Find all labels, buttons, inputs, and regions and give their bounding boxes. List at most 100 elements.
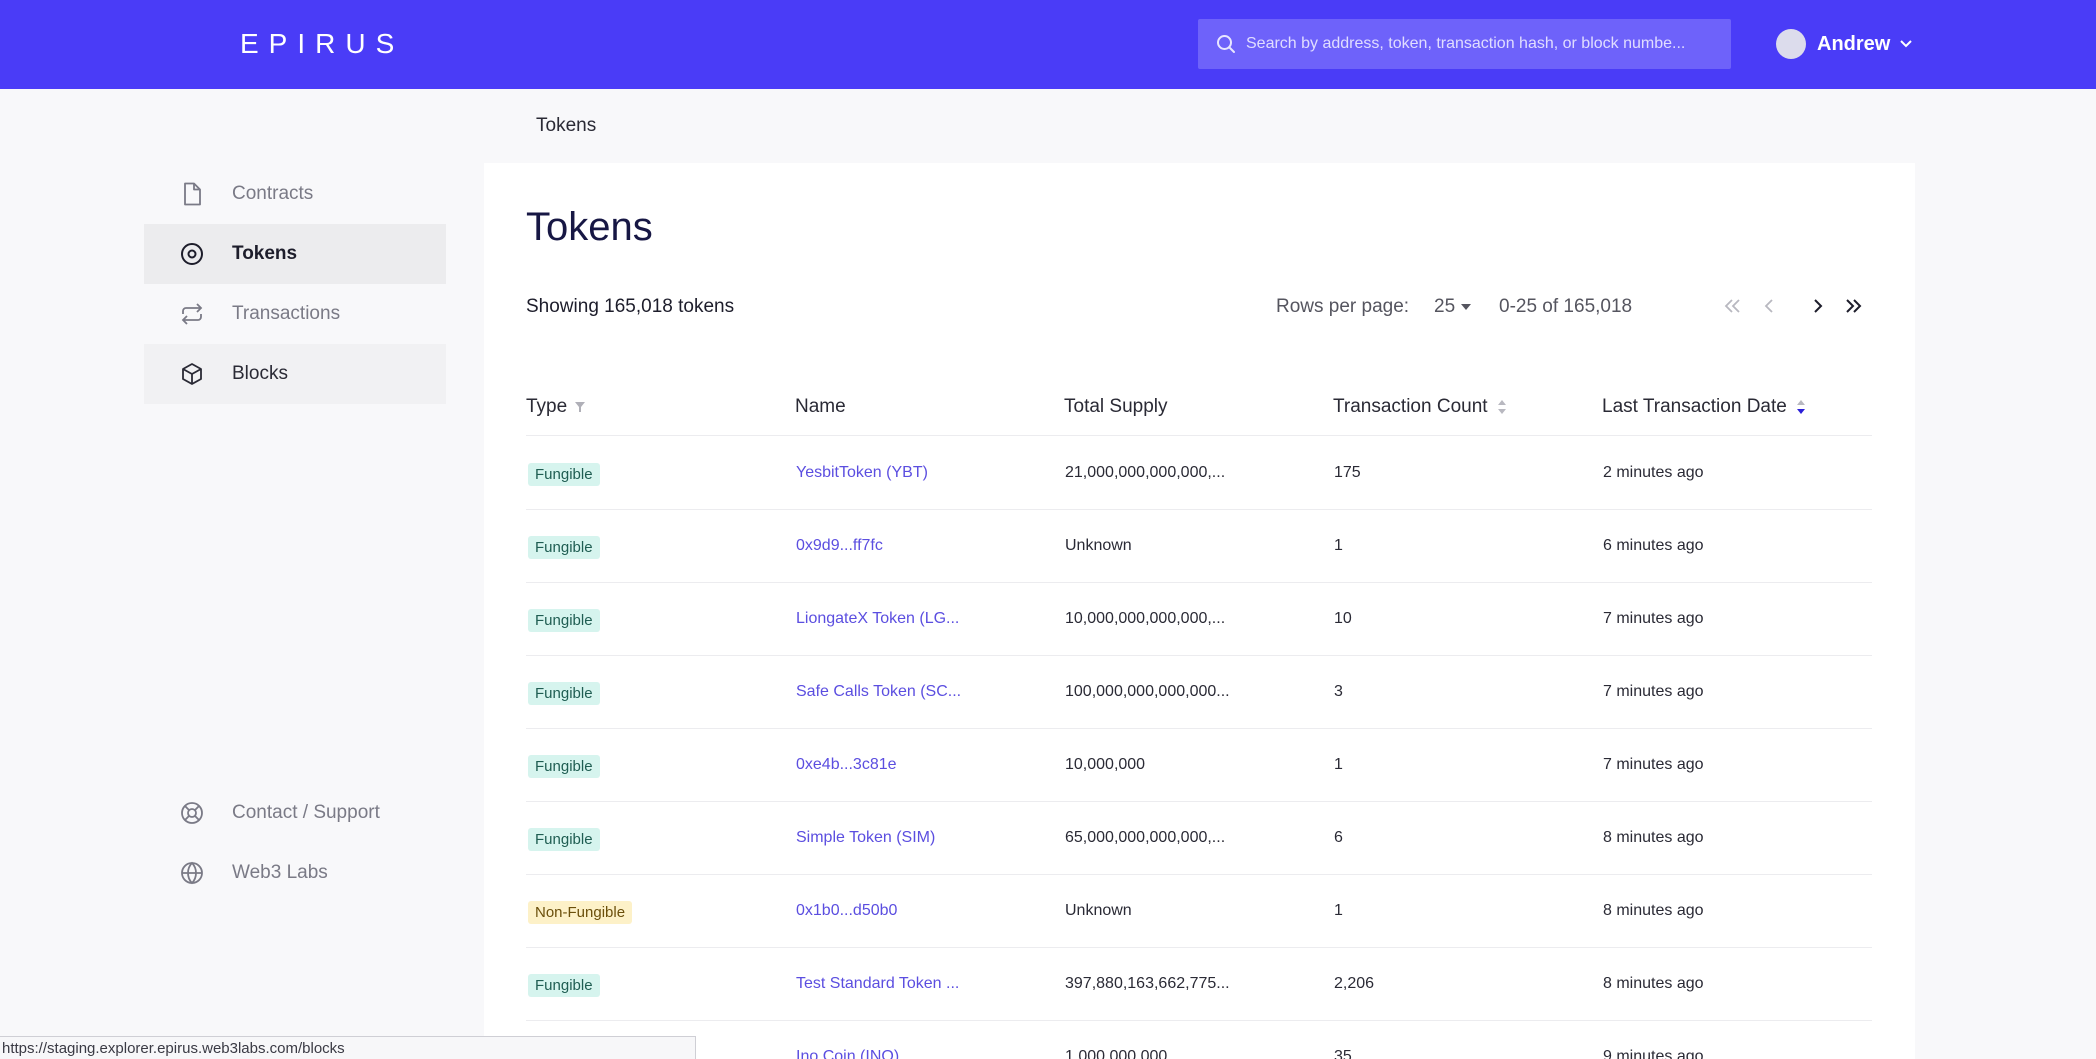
token-name-link[interactable]: YesbitToken (YBT) [796,464,928,482]
column-header-total-supply[interactable]: Total Supply [1064,396,1168,418]
table-row[interactable]: Fungible Test Standard Token ... 397,880… [526,948,1872,1021]
type-badge: Fungible [528,974,600,997]
column-header-transaction-count[interactable]: Transaction Count [1333,396,1507,418]
sidebar-item-tokens[interactable]: Tokens [144,224,446,284]
sort-descending-icon[interactable] [1796,398,1806,416]
sidebar-item-label: Contact / Support [232,802,380,823]
type-badge: Fungible [528,463,600,486]
table-row[interactable]: Fungible YesbitToken (YBT) 21,000,000,00… [526,437,1872,510]
sidebar-item-label: Web3 Labs [232,862,328,883]
last-transaction-date: 9 minutes ago [1603,1048,1704,1059]
token-name-link[interactable]: Simple Token (SIM) [796,829,935,847]
search-bar[interactable] [1198,19,1731,69]
transaction-count: 175 [1334,464,1361,481]
total-supply: 397,880,163,662,775... [1065,975,1230,992]
lifebuoy-icon [180,801,204,825]
last-transaction-date: 6 minutes ago [1603,537,1704,554]
column-header-last-transaction-date[interactable]: Last Transaction Date [1602,396,1806,418]
total-supply: 10,000,000 [1065,756,1146,773]
type-badge: Fungible [528,755,600,778]
last-transaction-date: 7 minutes ago [1603,610,1704,627]
transaction-count: 3 [1334,683,1343,700]
last-transaction-date: 8 minutes ago [1603,829,1704,846]
last-page-button[interactable] [1840,293,1866,319]
type-badge: Fungible [528,682,600,705]
token-name-link[interactable]: LiongateX Token (LG... [796,610,959,628]
search-input[interactable] [1246,35,1716,53]
chevron-left-icon [1764,299,1773,313]
arrows-exchange-icon [180,302,204,326]
sidebar-item-label: Tokens [232,243,298,264]
table-row[interactable]: Fungible Safe Calls Token (SC... 100,000… [526,656,1872,729]
table-row[interactable]: Non-Fungible 0x1b0...d50b0 Unknown 1 8 m… [526,875,1872,948]
transaction-count: 1 [1334,537,1343,554]
column-header-label: Last Transaction Date [1602,396,1787,417]
avatar [1776,29,1806,59]
last-transaction-date: 7 minutes ago [1603,756,1704,773]
rows-per-page-label: Rows per page: [1276,296,1410,317]
search-icon [1217,35,1235,53]
double-chevron-right-icon [1846,299,1862,313]
double-chevron-left-icon [1724,299,1740,313]
token-icon [180,242,204,266]
transaction-count: 1 [1334,902,1343,919]
sidebar-item-label: Transactions [232,303,341,324]
transaction-count: 2,206 [1334,975,1375,992]
type-badge: Fungible [528,536,600,559]
token-name-link[interactable]: 0xe4b...3c81e [796,756,897,774]
last-transaction-date: 8 minutes ago [1603,975,1704,992]
breadcrumb: Tokens [536,115,597,136]
token-name-link[interactable]: Safe Calls Token (SC... [796,683,961,701]
sidebar-item-contracts[interactable]: Contracts [144,164,446,224]
column-header-label: Name [795,396,846,417]
total-supply: 10,000,000,000,000,... [1065,610,1226,627]
token-count-text: Showing 165,018 tokens [526,296,735,317]
table-row[interactable]: Fungible LiongateX Token (LG... 10,000,0… [526,583,1872,656]
table-row[interactable]: Fungible Simple Token (SIM) 65,000,000,0… [526,802,1872,875]
tokens-card: Tokens Showing 165,018 tokens Rows per p… [484,163,1915,1059]
type-badge: Fungible [528,609,600,632]
rows-per-page-select[interactable]: 25 [1434,296,1472,318]
table-row[interactable]: Fungible 0x9d9...ff7fc Unknown 1 6 minut… [526,510,1872,583]
previous-page-button[interactable] [1756,293,1782,319]
caret-down-icon [1461,304,1472,310]
cube-icon [180,362,204,386]
sidebar-item-blocks[interactable]: Blocks [144,344,446,404]
last-transaction-date: 7 minutes ago [1603,683,1704,700]
sidebar-item-transactions[interactable]: Transactions [144,284,446,344]
total-supply: Unknown [1065,902,1132,919]
transaction-count: 1 [1334,756,1343,773]
table-header: Type Name Total Supply Transaction Count… [526,396,1872,436]
column-header-name[interactable]: Name [795,396,846,418]
transaction-count: 10 [1334,610,1352,627]
token-name-link[interactable]: 0x1b0...d50b0 [796,902,897,920]
total-supply: 21,000,000,000,000,... [1065,464,1226,481]
token-name-link[interactable]: 0x9d9...ff7fc [796,537,883,555]
column-header-type[interactable]: Type [526,396,586,418]
user-menu[interactable]: Andrew [1776,29,1913,59]
sidebar-item-label: Blocks [232,363,288,384]
epirus-logo[interactable]: EPIRUS [240,28,404,60]
token-name-link[interactable]: Test Standard Token ... [796,975,959,993]
column-header-label: Total Supply [1064,396,1168,417]
first-page-button[interactable] [1720,293,1746,319]
user-name: Andrew [1817,32,1891,55]
sidebar: Contracts Tokens Transactions Blocks [144,164,446,404]
type-badge: Fungible [528,828,600,851]
sidebar-item-contact-support[interactable]: Contact / Support [144,783,446,843]
token-name-link[interactable]: Ino Coin (INO) [796,1048,899,1059]
next-page-button[interactable] [1805,293,1831,319]
total-supply: 100,000,000,000,000... [1065,683,1230,700]
transaction-count: 6 [1334,829,1343,846]
document-icon [180,182,204,206]
transaction-count: 35 [1334,1048,1352,1059]
filter-icon[interactable] [574,401,586,413]
chevron-down-icon [1900,40,1913,48]
table-row[interactable]: Fungible Ino Coin (INO) 1,000,000,000 35… [526,1021,1872,1059]
sidebar-item-web3-labs[interactable]: Web3 Labs [144,843,446,903]
total-supply: Unknown [1065,537,1132,554]
table-row[interactable]: Fungible 0xe4b...3c81e 10,000,000 1 7 mi… [526,729,1872,802]
pagination-range: 0-25 of 165,018 [1499,296,1633,317]
sort-icon[interactable] [1497,398,1507,416]
browser-status-url: https://staging.explorer.epirus.web3labs… [0,1036,696,1059]
